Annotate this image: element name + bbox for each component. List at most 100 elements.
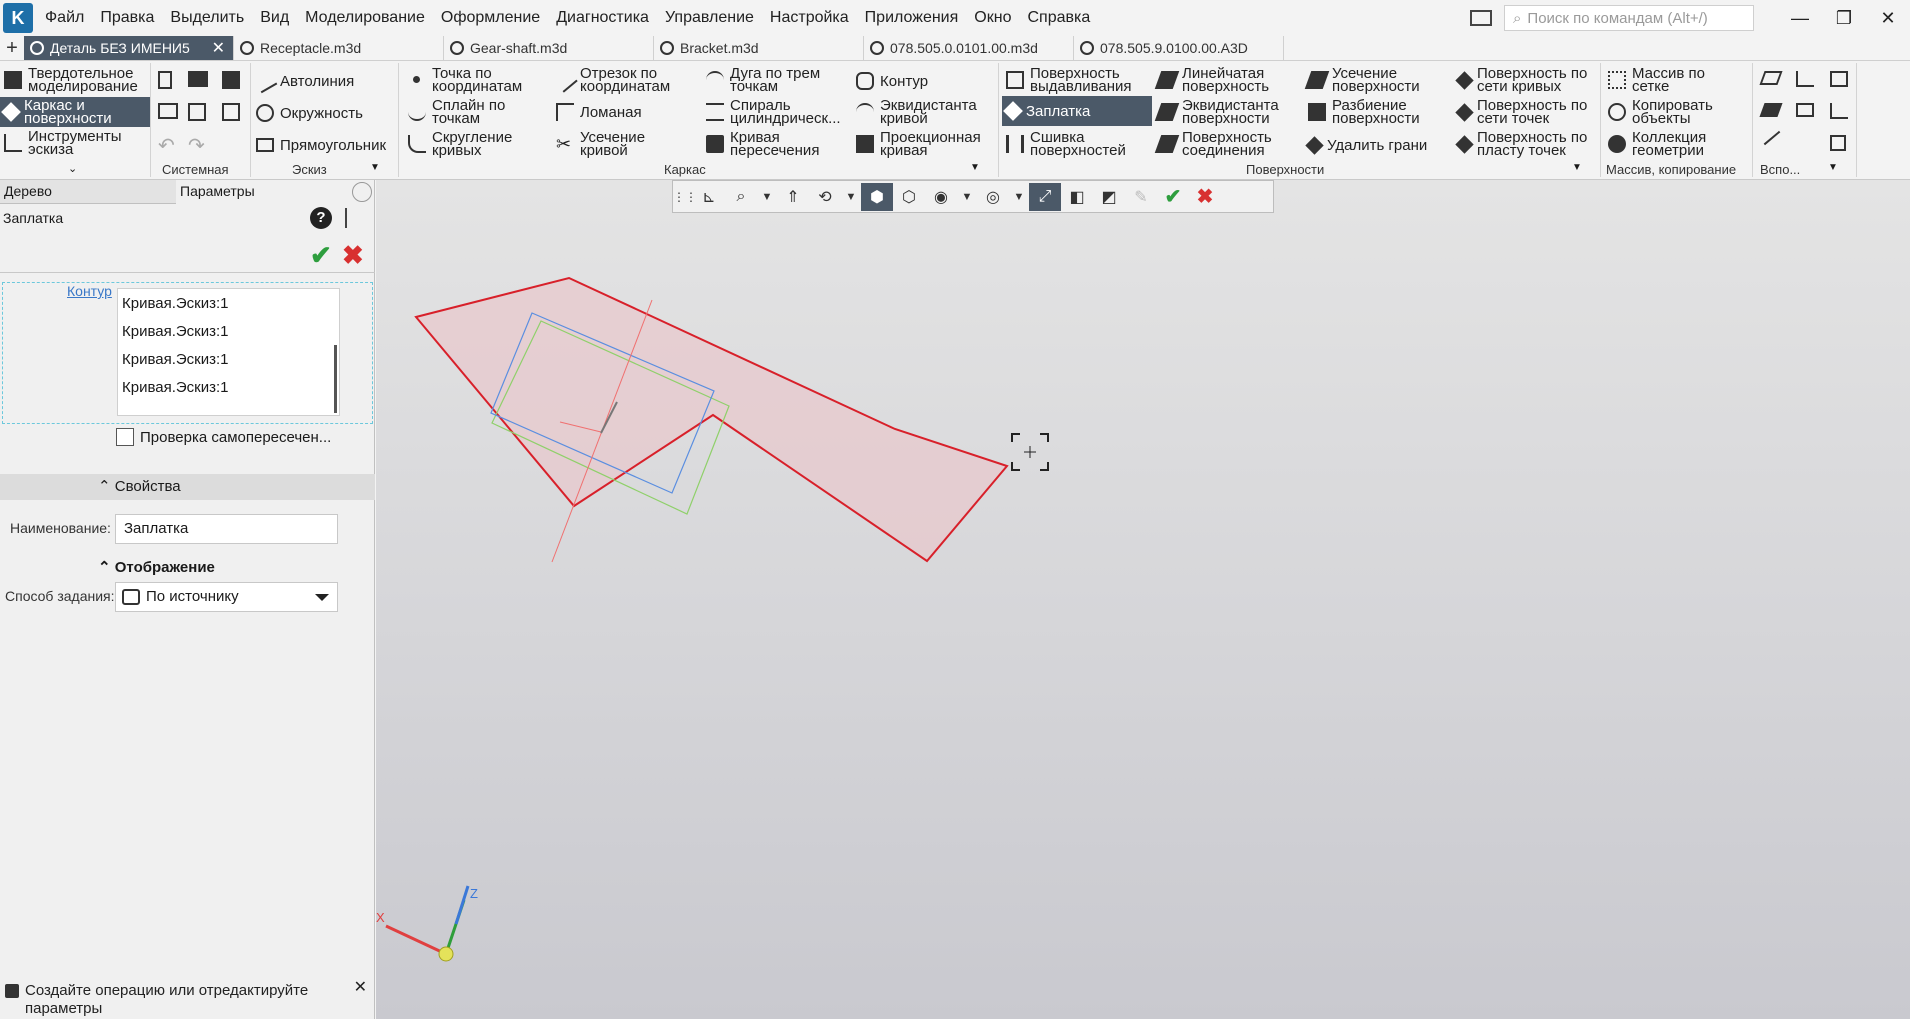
close-status-icon[interactable]: ✕ (354, 979, 367, 997)
app-logo-icon[interactable]: K (3, 3, 33, 33)
copy-objects-button[interactable]: Копировать объекты (1608, 98, 1744, 126)
aux-line-icon[interactable] (1763, 130, 1781, 146)
menu-view[interactable]: Вид (252, 9, 297, 27)
close-window-button[interactable]: ✕ (1866, 8, 1910, 29)
open-file-icon[interactable] (188, 71, 208, 87)
segment-by-coords-button[interactable]: Отрезок по координатам (552, 66, 696, 94)
aux-axis-icon[interactable] (1796, 71, 1814, 87)
mode-solid-button[interactable]: Твердотельное моделирование (4, 66, 146, 94)
tab-tree[interactable]: Дерево (0, 180, 176, 204)
aux-copy-icon[interactable] (1830, 135, 1846, 151)
tab-document-2[interactable]: Receptacle.m3d (234, 36, 444, 60)
tree-view-icon[interactable] (345, 208, 363, 228)
surface-offset-button[interactable]: Эквидистанта поверхности (1154, 98, 1300, 126)
menu-modeling[interactable]: Моделирование (297, 9, 433, 27)
aux-camera-icon[interactable] (1796, 103, 1814, 117)
curve-offset-button[interactable]: Эквидистанта кривой (856, 98, 996, 126)
circle-button[interactable]: Окружность (256, 101, 363, 125)
aux-graph-icon[interactable] (1830, 103, 1848, 119)
menu-control[interactable]: Управление (657, 9, 762, 27)
cylindrical-spiral-button[interactable]: Спираль цилиндрическ... (706, 98, 848, 126)
extrude-surface-button[interactable]: Поверхность выдавливания (1006, 66, 1148, 94)
list-item[interactable]: Кривая.Эскиз:1 (118, 347, 339, 375)
ruled-surface-button[interactable]: Линейчатая поверхность (1154, 66, 1300, 94)
redo-icon[interactable]: ↷ (188, 133, 205, 158)
spline-by-points-button[interactable]: Сплайн по точкам (408, 98, 548, 126)
preview-icon[interactable] (188, 103, 206, 121)
3d-viewport[interactable]: ⋮⋮ ⊾ ⌕ ▼ ⇑ ⟲ ▼ ⬢ ⬡ ◉ ▼ ◎ ▼ ⤢ ◧ ◩ ✎ ✔ ✖ Z… (376, 180, 1910, 1019)
aux-plane-offset-icon[interactable] (1759, 103, 1783, 117)
properties-section-header[interactable]: ⌃ Свойства (0, 474, 375, 500)
surfaces-expand-icon[interactable]: ▼ (1572, 162, 1582, 173)
minimize-button[interactable]: — (1778, 8, 1822, 29)
point-by-coords-button[interactable]: Точка по координатам (408, 66, 548, 94)
confirm-button[interactable]: ✔ (310, 240, 332, 271)
contour-selector[interactable]: Контур Кривая.Эскиз:1 Кривая.Эскиз:1 Кри… (2, 282, 373, 424)
aux-plane-icon[interactable] (1759, 71, 1783, 85)
list-item[interactable]: Кривая.Эскиз:1 (118, 375, 339, 403)
surface-curve-net-button[interactable]: Поверхность по сети кривых (1455, 66, 1600, 94)
stitch-surfaces-button[interactable]: Сшивка поверхностей (1006, 130, 1148, 158)
maximize-button[interactable]: ❐ (1822, 8, 1866, 29)
mode-select[interactable]: По источнику (115, 582, 338, 612)
scrollbar[interactable] (334, 345, 337, 413)
tab-document-4[interactable]: Bracket.m3d (654, 36, 864, 60)
new-file-icon[interactable] (158, 71, 172, 89)
print-icon[interactable] (158, 103, 178, 119)
expand-modes-icon[interactable]: ⌄ (68, 162, 77, 175)
panels-icon[interactable] (1470, 10, 1492, 26)
tab-document-6[interactable]: 078.505.9.0100.00.А3D (1074, 36, 1284, 60)
patch-button[interactable]: Заплатка (1002, 96, 1152, 126)
self-intersection-check-row[interactable]: Проверка самопересечен... (116, 428, 331, 446)
polyline-button[interactable]: Ломаная (556, 98, 696, 126)
trim-curve-button[interactable]: ✂ Усечение кривой (556, 130, 696, 158)
projection-curve-button[interactable]: Проекционная кривая (856, 130, 996, 158)
list-item[interactable]: Кривая.Эскиз:1 (118, 291, 339, 319)
grid-array-button[interactable]: Массив по сетке (1608, 66, 1744, 94)
save-all-icon[interactable] (222, 103, 240, 121)
display-section-header[interactable]: ⌃ Отображение (98, 558, 215, 576)
mode-sketch-tools-button[interactable]: Инструменты эскиза (4, 129, 146, 157)
contour-list[interactable]: Кривая.Эскиз:1 Кривая.Эскиз:1 Кривая.Эск… (117, 288, 340, 416)
tab-parameters[interactable]: Параметры (176, 180, 352, 204)
menu-apps[interactable]: Приложения (857, 9, 967, 27)
autoline-button[interactable]: Автолиния (252, 68, 354, 94)
sketch-expand-icon[interactable]: ▼ (370, 162, 380, 173)
mode-frame-button[interactable]: Каркас и поверхности (0, 97, 150, 127)
gear-icon[interactable] (352, 182, 372, 202)
tab-document-1[interactable]: Деталь БЕЗ ИМЕНИ5 ✕ (24, 36, 234, 60)
contour-button[interactable]: Контур (856, 69, 996, 93)
list-item[interactable]: Кривая.Эскиз:1 (118, 319, 339, 347)
menu-diagnostics[interactable]: Диагностика (548, 9, 657, 27)
round-curves-button[interactable]: Скругление кривых (408, 130, 548, 158)
menu-design[interactable]: Оформление (433, 9, 548, 27)
menu-edit[interactable]: Правка (92, 9, 162, 27)
close-tab-icon[interactable]: ✕ (212, 38, 225, 58)
new-tab-button[interactable]: + (0, 36, 24, 60)
menu-help[interactable]: Справка (1019, 9, 1098, 27)
tab-document-5[interactable]: 078.505.0.0101.00.m3d (864, 36, 1074, 60)
menu-window[interactable]: Окно (966, 9, 1019, 27)
frame-expand-icon[interactable]: ▼ (970, 162, 980, 173)
split-surface-button[interactable]: Разбиение поверхности (1308, 98, 1450, 126)
surface-point-net-button[interactable]: Поверхность по сети точек (1455, 98, 1600, 126)
aux-expand-icon[interactable]: ▼ (1828, 162, 1838, 173)
contour-link[interactable]: Контур (67, 283, 112, 299)
name-field[interactable]: Заплатка (115, 514, 338, 544)
command-search-input[interactable]: ⌕ Поиск по командам (Alt+/) (1504, 5, 1754, 31)
help-icon[interactable]: ? (310, 207, 332, 229)
trim-surface-button[interactable]: Усечение поверхности (1304, 66, 1450, 94)
menu-select[interactable]: Выделить (162, 9, 252, 27)
aux-cube-icon[interactable] (1830, 71, 1848, 87)
geometry-collection-button[interactable]: Коллекция геометрии (1608, 130, 1744, 158)
cancel-button[interactable]: ✖ (342, 240, 364, 271)
self-intersection-checkbox[interactable] (116, 428, 134, 446)
tab-document-3[interactable]: Gear-shaft.m3d (444, 36, 654, 60)
arc-3-points-button[interactable]: Дуга по трем точкам (706, 66, 848, 94)
save-icon[interactable] (222, 71, 240, 89)
blend-surface-button[interactable]: Поверхность соединения (1154, 130, 1300, 158)
model-canvas[interactable]: Z X (376, 180, 1910, 1019)
menu-file[interactable]: Файл (37, 9, 92, 27)
rectangle-button[interactable]: Прямоугольник (256, 133, 386, 157)
surface-point-cloud-button[interactable]: Поверхность по пласту точек (1455, 130, 1600, 158)
